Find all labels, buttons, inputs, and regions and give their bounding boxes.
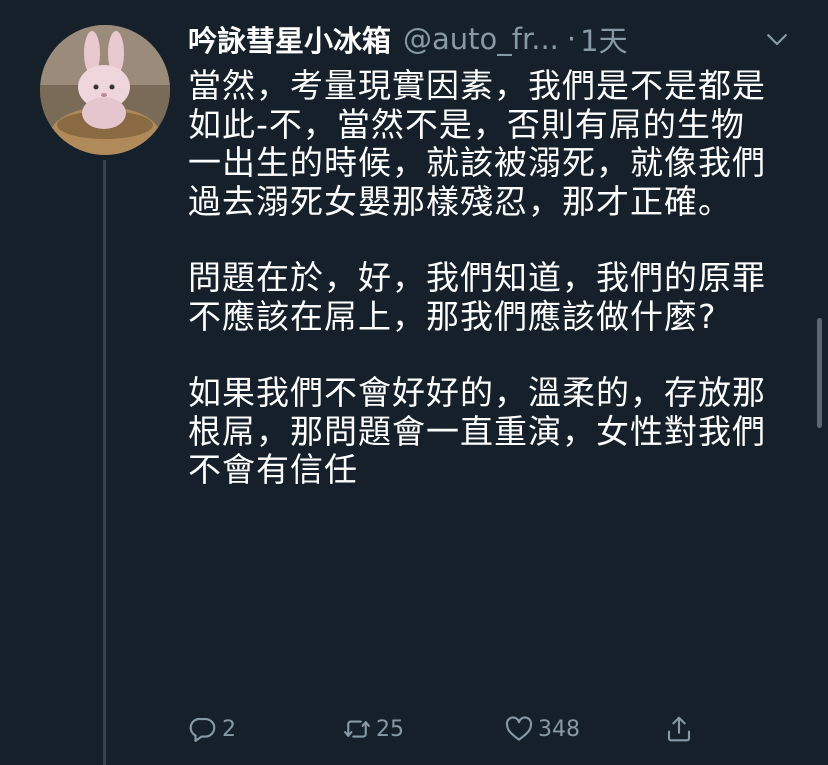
tweet: 吟詠彗星小冰箱 @auto_fr... · 1天 當然，考量現實因素，我們是不是… [188, 14, 788, 490]
thread-line [103, 160, 106, 765]
avatar[interactable] [40, 25, 170, 155]
tweet-paragraph: 當然，考量現實因素，我們是不是都是如此-不，當然不是，否則有屌的生物一出生的時候… [188, 66, 766, 221]
like-button[interactable]: 348 [504, 714, 580, 744]
share-icon [667, 716, 691, 742]
like-count: 348 [538, 716, 580, 742]
retweet-count: 25 [376, 716, 404, 742]
share-button[interactable] [664, 714, 698, 744]
user-handle[interactable]: @auto_fr... [403, 22, 559, 56]
scrollbar[interactable] [817, 318, 822, 428]
like-icon [505, 716, 533, 741]
reply-button[interactable]: 2 [188, 714, 236, 744]
retweet-button[interactable]: 25 [342, 714, 404, 744]
tweet-paragraph: 問題在於，好，我們知道，我們的原罪不應該在屌上，那我們應該做什麼? [188, 258, 766, 336]
display-name[interactable]: 吟詠彗星小冰箱 [188, 18, 391, 60]
tweet-actions: 2 25 348 [188, 714, 708, 754]
separator-dot: · [566, 22, 577, 56]
reply-icon [189, 717, 216, 742]
tweet-time[interactable]: 1天 [580, 18, 627, 60]
retweet-icon [344, 720, 370, 738]
avatar-image [40, 25, 170, 155]
tweet-text: 當然，考量現實因素，我們是不是都是如此-不，當然不是，否則有屌的生物一出生的時候… [188, 66, 773, 490]
tweet-header: 吟詠彗星小冰箱 @auto_fr... · 1天 [188, 14, 788, 64]
tweet-paragraph: 如果我們不會好好的，溫柔的，存放那根屌，那問題會一直重演，女性對我們不會有信任 [188, 373, 766, 489]
caret-down-icon[interactable] [762, 24, 792, 54]
reply-count: 2 [222, 716, 236, 742]
